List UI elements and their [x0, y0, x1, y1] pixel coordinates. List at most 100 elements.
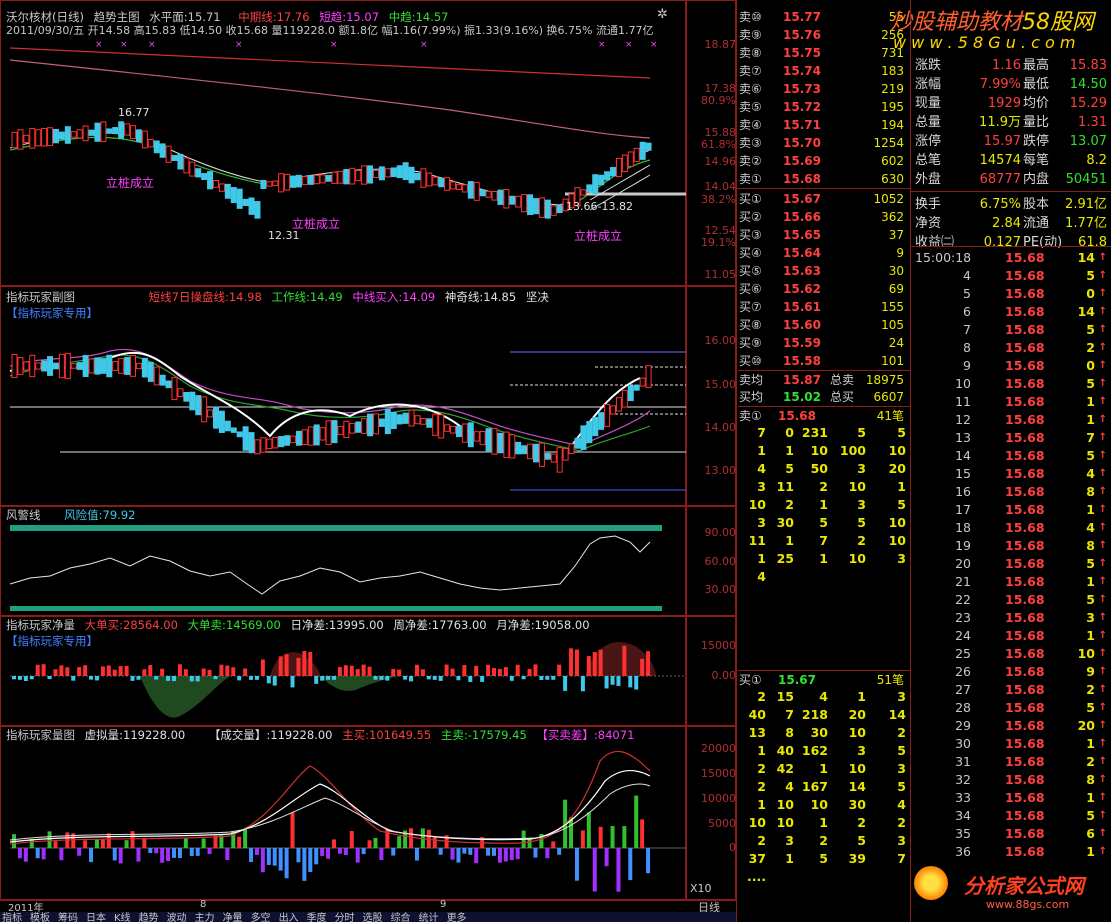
candle	[372, 413, 379, 435]
candle	[372, 169, 379, 178]
volume-bar	[349, 665, 354, 676]
volume-bar	[355, 669, 360, 676]
candle	[177, 388, 184, 398]
candle	[307, 175, 314, 185]
volume-bar	[166, 848, 171, 861]
queue-cell: 2	[757, 833, 766, 848]
bottom-tab[interactable]: 模板	[30, 913, 50, 922]
sell-row[interactable]: 卖④ 15.71 194	[738, 116, 910, 134]
sell-row[interactable]: 卖② 15.69 602	[738, 152, 910, 170]
candle	[171, 155, 178, 161]
sell-row[interactable]: 卖⑩ 15.77 55	[738, 8, 910, 26]
tick-time: 24	[955, 628, 971, 643]
volume-bar	[332, 676, 336, 680]
volume-bar	[367, 840, 372, 848]
buy-row[interactable]: 买⑦ 15.61 155	[738, 298, 910, 316]
queue-cell: 3	[757, 479, 766, 494]
buy-row[interactable]: 买① 15.67 1052	[738, 190, 910, 208]
bottom-tab[interactable]: 综合	[391, 913, 411, 922]
candle	[106, 354, 113, 378]
tick-row: 15:00:18 15.68 14 ↑	[913, 249, 1109, 267]
bottom-tab[interactable]: 指标	[2, 913, 22, 922]
sub2-svg	[9, 525, 662, 611]
tick-time: 27	[955, 682, 971, 697]
candle	[76, 129, 83, 139]
candle	[11, 131, 18, 149]
sell-row[interactable]: 卖① 15.68 630	[738, 170, 910, 188]
sub2-y-label: 90.00	[704, 526, 737, 539]
bottom-tab[interactable]: 统计	[419, 913, 439, 922]
bottom-tab[interactable]: 选股	[363, 913, 383, 922]
volume-bar	[580, 830, 585, 848]
bottom-tab[interactable]: 季度	[307, 913, 327, 922]
queue-cell: 2	[757, 779, 766, 794]
buy-row[interactable]: 买④ 15.64 9	[738, 244, 910, 262]
volume-bar	[124, 840, 129, 848]
volume-bar	[337, 848, 342, 854]
candle	[331, 420, 338, 444]
tick-volume: 0	[1086, 286, 1095, 301]
sub1-y-label: 16.00	[704, 334, 737, 347]
volume-bar	[177, 848, 182, 859]
queue-row: 40 7 218 20 14	[738, 706, 910, 724]
buy-volume: 24	[888, 336, 904, 350]
bottom-tab[interactable]: 分时	[335, 913, 355, 922]
bottom-tab[interactable]: 更多	[447, 913, 467, 922]
sell-row[interactable]: 卖⑤ 15.72 195	[738, 98, 910, 116]
candle	[41, 360, 48, 372]
bottom-tab[interactable]: 日本	[86, 913, 106, 922]
sell-row[interactable]: 卖⑨ 15.76 256	[738, 26, 910, 44]
tick-row: 30 15.68 1 ↑	[913, 735, 1109, 753]
queue-cell: ....	[747, 869, 766, 884]
volume-bar	[35, 664, 40, 676]
tick-time: 30	[955, 736, 971, 751]
x10-label: X10	[690, 882, 712, 895]
x-month-8: 8	[200, 899, 207, 910]
candle	[141, 357, 148, 378]
volume-bar	[53, 841, 58, 848]
bottom-tab[interactable]: 出入	[279, 913, 299, 922]
tick-volume: 1	[1086, 412, 1095, 427]
buy-row[interactable]: 买② 15.66 362	[738, 208, 910, 226]
bottom-tab[interactable]: 多空	[251, 913, 271, 922]
tick-row: 27 15.68 2 ↑	[913, 681, 1109, 699]
candle	[165, 380, 172, 389]
bottom-tab[interactable]: K线	[114, 913, 131, 922]
tick-price: 15.68	[1005, 772, 1045, 787]
queue-cell: 1	[757, 797, 766, 812]
bottom-tab[interactable]: 净量	[223, 913, 243, 922]
buy-row[interactable]: 买⑧ 15.60 105	[738, 316, 910, 334]
sell-level-label: 卖⑦	[739, 64, 762, 78]
bottom-tab[interactable]: 波动	[167, 913, 187, 922]
stat-key: 最高	[1023, 58, 1050, 73]
bottom-tab[interactable]: 趋势	[139, 913, 159, 922]
candle	[527, 194, 534, 216]
bottom-tab[interactable]: 主力	[195, 913, 215, 922]
candle	[568, 443, 575, 455]
sell-row[interactable]: 卖⑦ 15.74 183	[738, 62, 910, 80]
sub2-y-label: 60.00	[704, 555, 737, 568]
tick-price: 15.68	[1005, 556, 1045, 571]
buy-row[interactable]: 买⑥ 15.62 69	[738, 280, 910, 298]
queue-cell: 30	[776, 515, 794, 530]
candle	[248, 197, 255, 215]
volume-bar	[622, 826, 627, 848]
tick-volume: 2	[1086, 682, 1095, 697]
candle	[266, 181, 273, 187]
sell-row[interactable]: 卖⑧ 15.75 731	[738, 44, 910, 62]
queue-cell: 40	[748, 707, 766, 722]
sell-row[interactable]: 卖⑥ 15.73 219	[738, 80, 910, 98]
sell-price: 15.74	[783, 64, 821, 78]
queue-cell: 4	[819, 689, 828, 704]
tick-time: 13	[955, 430, 971, 445]
buy-row[interactable]: 买⑩ 15.58 101	[738, 352, 910, 370]
buy-row[interactable]: 买⑤ 15.63 30	[738, 262, 910, 280]
buy1-head-price: 15.67	[778, 673, 816, 687]
candle	[479, 430, 486, 446]
sell-row[interactable]: 卖③ 15.70 1254	[738, 134, 910, 152]
buy-row[interactable]: 买③ 15.65 37	[738, 226, 910, 244]
candle	[497, 189, 504, 205]
buy-row[interactable]: 买⑨ 15.59 24	[738, 334, 910, 352]
bottom-tab[interactable]: 筹码	[58, 913, 78, 922]
queue-row: 1 25 1 10 3	[738, 550, 910, 568]
